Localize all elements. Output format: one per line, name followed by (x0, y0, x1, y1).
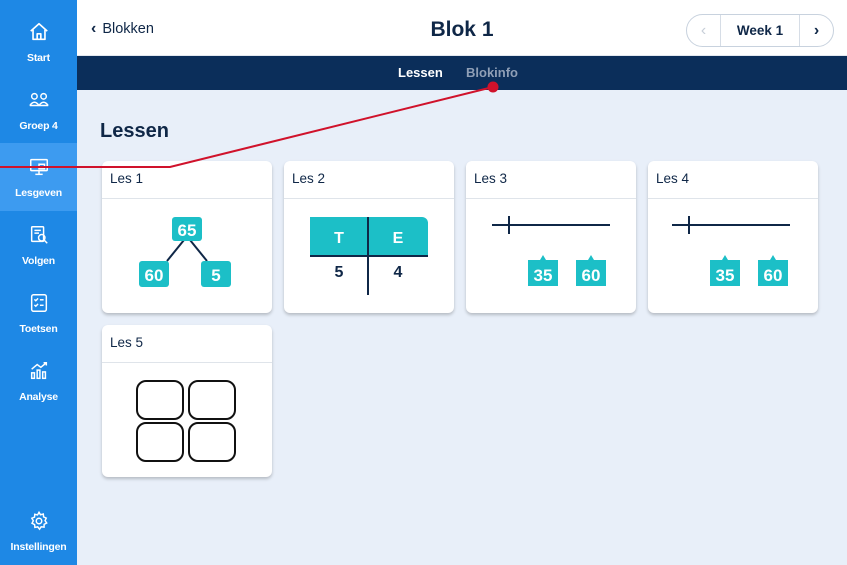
back-button[interactable]: ‹ Blokken (91, 20, 154, 38)
section-title: Lessen (100, 120, 169, 142)
place-value-table-visual: T E 5 4 (284, 199, 454, 313)
week-label[interactable]: Week 1 (721, 23, 799, 38)
monitor-icon (28, 224, 50, 251)
chevron-right-icon: › (813, 21, 820, 39)
test-icon (28, 292, 50, 319)
number-line-tag-first: 35 (534, 266, 553, 285)
sidebar-item-label: Volgen (21, 254, 56, 267)
gear-icon (28, 510, 50, 537)
table-value-tens: 5 (335, 264, 344, 281)
sidebar-item-volgen[interactable]: Volgen (0, 211, 77, 279)
group-icon (28, 89, 50, 116)
table-header-units: E (393, 230, 404, 247)
four-boxes-visual (102, 363, 272, 477)
table-header-tens: T (334, 230, 344, 247)
lesson-title: Les 4 (648, 161, 818, 199)
split-left-value: 60 (145, 266, 164, 285)
sidebar-item-label: Instellingen (10, 540, 67, 553)
number-line-visual: 35 60 (648, 199, 818, 313)
lesson-title: Les 3 (466, 161, 636, 199)
sidebar-item-label: Start (27, 51, 50, 64)
analysis-icon (28, 360, 50, 387)
sub-navigation: Lessen Blokinfo (77, 56, 847, 90)
lesson-card-1[interactable]: Les 1 65 60 5 (102, 161, 272, 313)
chevron-left-icon: ‹ (700, 21, 707, 39)
split-top-value: 65 (178, 221, 197, 240)
sidebar-item-label: Groep 4 (19, 119, 58, 132)
top-header: ‹ Blokken Blok 1 ‹ Week 1 › (77, 0, 847, 56)
lesson-card-3[interactable]: Les 3 35 60 (466, 161, 636, 313)
chevron-left-icon: ‹ (91, 20, 97, 37)
main-content: Lessen Les 1 65 60 5 Les 2 T E 5 4 Les 3… (77, 90, 847, 565)
lesson-title: Les 5 (102, 325, 272, 363)
sidebar-item-instellingen[interactable]: Instellingen (0, 497, 77, 565)
number-line-tag-second: 60 (582, 266, 601, 285)
split-right-value: 5 (211, 266, 220, 285)
sidebar-item-label: Toetsen (19, 322, 58, 335)
home-icon (28, 21, 50, 48)
sidebar-item-label: Analyse (19, 390, 58, 403)
tab-lessen[interactable]: Lessen (398, 65, 443, 80)
number-line-tag-first: 35 (716, 266, 735, 285)
sidebar-item-analyse[interactable]: Analyse (0, 347, 77, 415)
number-split-visual: 65 60 5 (102, 199, 272, 313)
table-value-units: 4 (394, 264, 403, 281)
lesson-card-2[interactable]: Les 2 T E 5 4 (284, 161, 454, 313)
lesson-title: Les 2 (284, 161, 454, 199)
back-label: Blokken (102, 21, 154, 37)
tab-blokinfo[interactable]: Blokinfo (466, 65, 518, 80)
sidebar-item-groep[interactable]: Groep 4 (0, 76, 77, 144)
sidebar-item-label: Lesgeven (15, 186, 62, 199)
number-line-visual: 35 60 (466, 199, 636, 313)
sidebar-item-start[interactable]: Start (0, 8, 77, 76)
sidebar: Start Groep 4 Lesgeven Volgen Toetsen An… (0, 0, 77, 565)
number-line-tag-second: 60 (764, 266, 783, 285)
lesson-card-4[interactable]: Les 4 35 60 (648, 161, 818, 313)
week-selector: ‹ Week 1 › (686, 14, 834, 47)
previous-week-button[interactable]: ‹ (687, 15, 721, 46)
teach-icon (28, 156, 50, 183)
app: Start Groep 4 Lesgeven Volgen Toetsen An… (0, 0, 847, 565)
sidebar-item-lesgeven[interactable]: Lesgeven (0, 143, 77, 211)
sidebar-item-toetsen[interactable]: Toetsen (0, 279, 77, 347)
lesson-card-5[interactable]: Les 5 (102, 325, 272, 477)
next-week-button[interactable]: › (799, 15, 833, 46)
lesson-title: Les 1 (102, 161, 272, 199)
